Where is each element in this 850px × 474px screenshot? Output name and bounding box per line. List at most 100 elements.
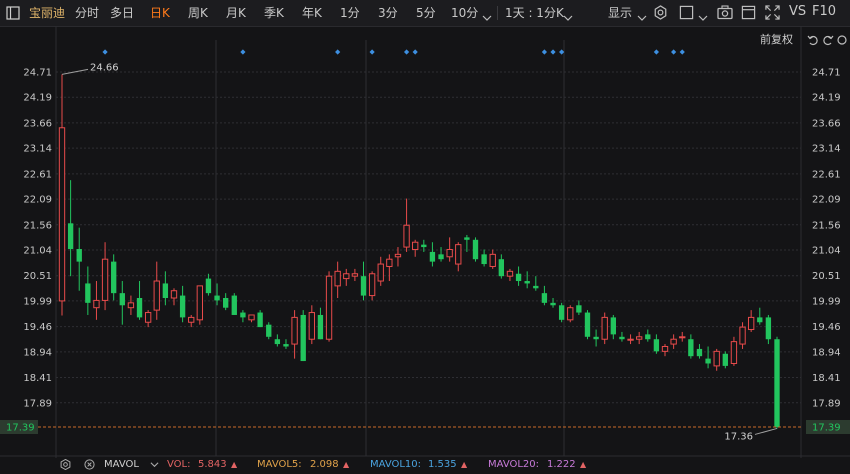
candle-body [325,275,333,340]
display-menu[interactable]: 显示 [608,5,632,21]
gear-icon[interactable] [653,5,669,21]
close-icon[interactable] [84,459,95,474]
undo-icon[interactable] [807,31,819,46]
tab-10min[interactable]: 10分 [451,5,478,21]
candle-body [58,127,66,302]
candle-body [93,299,100,309]
candle-body [765,317,772,340]
tab-fenshi[interactable]: 分时 [75,5,99,21]
adjust-type-toggle[interactable]: 前复权 [760,31,793,47]
y-tick-label-right: 22.09 [812,195,841,206]
event-marker [403,49,410,55]
candlestick-chart[interactable]: 24.71 24.71 24.19 24.19 23.66 23.66 23.14 23.14… [0,26,850,458]
mavol10-value: 1.535 [428,459,457,470]
y-tick-label-right: 23.14 [812,144,841,155]
candle-body [619,336,625,340]
candle-body [111,261,117,294]
triangle-up-icon: ▲ [580,460,587,469]
settings-icon[interactable] [836,31,848,45]
candle-body [119,293,125,306]
candle-body [481,254,487,265]
candle-body [661,345,669,352]
y-tick-label-left: 21.04 [23,245,52,256]
tab-yearly-k[interactable]: 年K [302,5,322,21]
candle-body [627,338,634,341]
tab-multiday[interactable]: 多日 [110,5,134,21]
candle-body [635,336,643,340]
candle-body [334,270,341,287]
fullscreen-icon[interactable] [765,5,781,21]
settings-icon[interactable] [60,458,71,474]
tab-3min[interactable]: 3分 [378,5,398,21]
candle-body [214,295,220,301]
mavol5-value: 2.098 [310,459,339,470]
candle-body [76,249,82,262]
event-marker [240,49,246,55]
candle-body [722,353,728,366]
checkbox-icon[interactable] [679,5,695,21]
chevron-down-icon[interactable] [150,460,159,473]
candle-body [240,312,246,318]
candle-body [308,312,315,340]
candle-body [446,249,453,258]
candle-body [730,341,738,364]
candle-body [257,312,263,328]
triangle-up-icon: ▲ [231,460,238,469]
tab-daily-k[interactable]: 日K [150,5,170,21]
candle-body [506,270,514,277]
candle-body [223,297,229,308]
candle-body [696,348,703,357]
candle-body [188,316,195,323]
camera-icon[interactable] [717,5,733,21]
indicator-name[interactable]: MAVOL [104,458,139,471]
stock-name[interactable]: 宝丽迪 [29,5,65,21]
redo-icon[interactable] [822,31,834,46]
candle-body [576,305,582,313]
tab-quarterly-k[interactable]: 季K [264,5,284,21]
tab-monthly-k[interactable]: 月K [226,5,246,21]
chevron-down-icon[interactable] [698,8,714,24]
candle-body [377,263,384,282]
f10-button[interactable]: F10 [812,4,836,20]
window-icon[interactable] [741,5,757,21]
candle-body [593,336,599,340]
sidebar-toggle-icon[interactable] [6,5,22,21]
candle-body [645,334,651,340]
y-tick-label-left: 19.99 [23,296,52,307]
mavol10-label: MAVOL10: [370,459,422,470]
chevron-down-icon[interactable] [637,8,653,24]
triangle-up-icon: ▲ [343,460,350,469]
mavol20-label: MAVOL20: [488,459,540,470]
candle-body [567,307,574,321]
vs-button[interactable]: VS [789,4,806,20]
candle-body [498,259,505,277]
candle-body [584,312,591,337]
event-marker [541,49,548,55]
y-tick-label-left: 18.94 [23,347,52,358]
y-tick-label-right: 18.94 [812,347,841,358]
candle-body [179,295,186,318]
y-tick-label-right: 22.61 [812,169,841,180]
candle-body [713,350,720,367]
y-tick-label-right: 19.99 [812,296,841,307]
chevron-down-icon[interactable] [563,8,579,24]
y-tick-label-left: 23.14 [23,144,52,155]
candle-body [360,276,367,296]
candle-body [757,317,763,323]
y-tick-label-left: 24.71 [23,68,52,79]
candle-body [653,339,660,352]
candle-body [412,241,419,250]
vol-value: 5.843 [198,459,227,470]
range-select[interactable]: 1天 : 1分K [505,5,564,21]
chevron-down-icon[interactable] [482,8,498,24]
tab-1min[interactable]: 1分 [340,5,360,21]
candle-body [550,302,556,306]
y-tick-label-right: 17.89 [812,398,841,409]
tab-weekly-k[interactable]: 周K [188,5,208,21]
candle-body [421,244,427,248]
candle-body [196,285,204,321]
candle-body [136,297,143,318]
tab-5min[interactable]: 5分 [416,5,436,21]
candle-body [774,339,780,427]
candle-body [472,239,479,260]
